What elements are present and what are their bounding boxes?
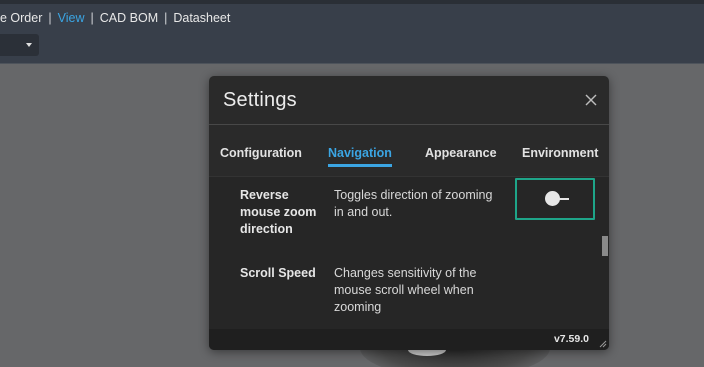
setting-name: Reverse mouse zoom direction (240, 188, 317, 236)
setting-description: Changes sensitivity of the mouse scroll … (334, 266, 477, 314)
chevron-down-icon (26, 43, 32, 47)
content-scrollbar[interactable] (602, 236, 608, 256)
reverse-zoom-toggle[interactable] (515, 178, 595, 220)
app-toolbar: e Order | View | CAD BOM | Datasheet (0, 0, 704, 64)
settings-dialog: Settings Configuration Navigation Appear… (209, 76, 609, 350)
menu-item-datasheet[interactable]: Datasheet (167, 11, 236, 25)
setting-name: Scroll Speed (240, 266, 316, 280)
version-label: v7.59.0 (553, 333, 589, 345)
tab-navigation[interactable]: Navigation (328, 146, 392, 167)
settings-content: Reverse mouse zoom direction Toggles dir… (209, 177, 609, 329)
menu-item-view[interactable]: View (52, 11, 91, 25)
menu-item-order[interactable]: e Order (0, 11, 48, 25)
tab-appearance[interactable]: Appearance (425, 146, 497, 160)
top-menu: e Order | View | CAD BOM | Datasheet (0, 10, 236, 26)
toolbar-dropdown[interactable] (0, 34, 39, 56)
tab-configuration[interactable]: Configuration (220, 146, 302, 160)
dialog-header: Settings (209, 76, 609, 125)
tab-environment[interactable]: Environment (522, 146, 598, 160)
dialog-title: Settings (223, 89, 297, 111)
toggle-knob (545, 191, 560, 206)
menu-item-cad-bom[interactable]: CAD BOM (94, 11, 164, 25)
setting-description: Toggles direction of zooming in and out. (334, 188, 493, 219)
dialog-footer: v7.59.0 (209, 329, 609, 350)
resize-grip-icon[interactable] (598, 339, 607, 348)
close-icon[interactable] (583, 92, 599, 108)
settings-tabs: Configuration Navigation Appearance Envi… (209, 140, 609, 167)
